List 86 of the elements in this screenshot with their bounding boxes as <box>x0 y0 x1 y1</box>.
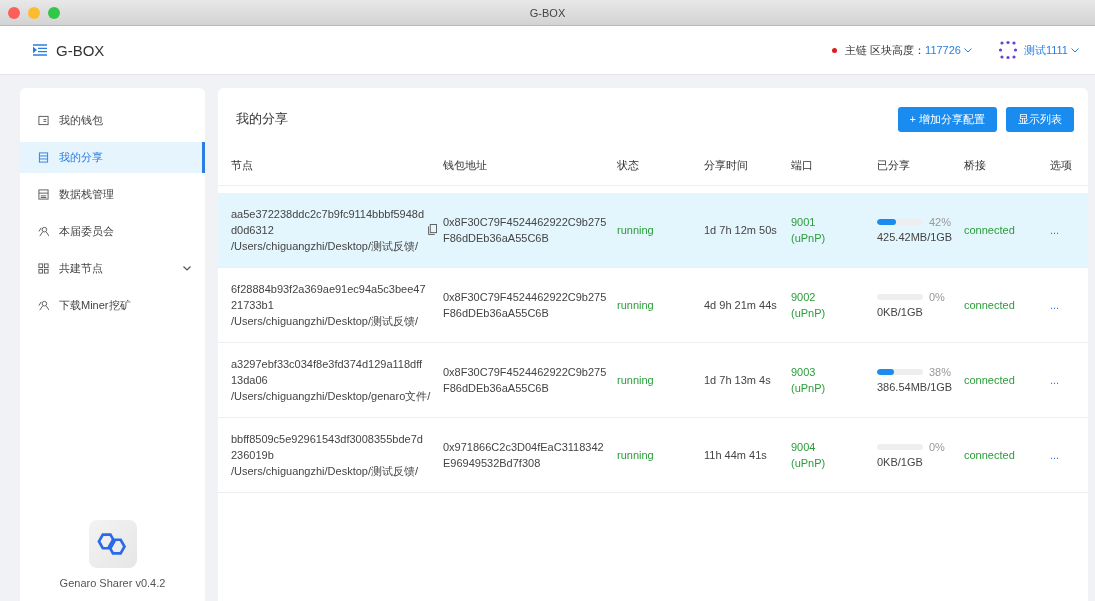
wallet-icon <box>38 115 49 126</box>
block-height-dropdown[interactable]: 117726 <box>925 44 972 56</box>
more-options-link[interactable]: ... <box>1050 224 1060 236</box>
app-logo <box>88 520 137 568</box>
port-note: (uPnP) <box>791 456 827 471</box>
wallet-address: 0x971866C2c3D04fEaC3118342E96949532Bd7f308 <box>443 440 605 471</box>
status-text: running <box>617 448 655 463</box>
share-time: 1d 7h 13m 4s <box>704 373 772 388</box>
port-number: 9001 <box>791 215 817 230</box>
wallet-address: 0x8F30C79F4524462922C9b275F86dDEb36aA55C6B <box>443 365 608 396</box>
port-number: 9002 <box>791 290 817 305</box>
column-header: 端口 <box>791 157 814 173</box>
column-header: 选项 <box>1050 157 1073 173</box>
node-id: a3297ebf33c034f8e3fd374d129a118dff13da06 <box>231 357 424 388</box>
port-note: (uPnP) <box>791 306 827 321</box>
share-time: 1d 7h 12m 50s <box>704 223 778 238</box>
database-icon <box>38 189 49 200</box>
sidebar-item[interactable]: 下载Miner挖矿 <box>20 290 205 321</box>
port-number: 9003 <box>791 365 817 380</box>
minimize-button[interactable] <box>28 6 40 19</box>
node-path: /Users/chiguangzhi/Desktop/测试反馈/ <box>231 464 420 479</box>
people-icon <box>38 300 49 311</box>
status-text: running <box>617 223 655 238</box>
percent-label: 0% <box>929 440 945 455</box>
port-note: (uPnP) <box>791 381 827 396</box>
node-id: 6f28884b93f2a369ae91ec94a5c3bee4721733b1 <box>231 282 427 313</box>
close-button[interactable] <box>8 6 20 19</box>
avatar-icon <box>997 40 1018 60</box>
chevron-icon <box>183 266 191 271</box>
sidebar-item[interactable]: 本届委员会 <box>20 216 205 247</box>
user-dropdown[interactable]: 测试1111 <box>1023 42 1079 58</box>
node-path: /Users/chiguangzhi/Desktop/测试反馈/ <box>231 239 420 254</box>
shared-size: 0KB/1GB <box>877 455 924 470</box>
shared-size: 386.54MB/1GB <box>877 380 954 395</box>
share-time: 4d 9h 21m 44s <box>704 298 778 313</box>
sidebar-item[interactable]: 我的分享 <box>20 142 205 173</box>
menu-icon[interactable] <box>33 44 47 56</box>
column-header: 分享时间 <box>704 157 749 173</box>
node-path: /Users/chiguangzhi/Desktop/genaro文件/ <box>231 389 432 404</box>
window-title: G-BOX <box>529 6 566 19</box>
people-icon <box>38 226 49 237</box>
sidebar-item[interactable]: 共建节点 <box>20 253 205 284</box>
more-options-link[interactable]: ... <box>1050 449 1060 461</box>
zoom-button[interactable] <box>48 6 60 19</box>
grid-icon <box>38 263 49 274</box>
caret-icon <box>963 47 972 53</box>
node-id: bbff8509c5e92961543df3008355bde7d236019b <box>231 432 424 463</box>
column-header: 桥接 <box>964 157 987 173</box>
column-header: 已分享 <box>877 157 911 173</box>
sidebar-item[interactable]: 数据栈管理 <box>20 179 205 210</box>
table-row[interactable]: 6f28884b93f2a369ae91ec94a5c3bee4721733b1 /Users/chiguangzhi/Desktop/测试反馈/ 0x8F30C79F4524462922C9b275F86dDEb36aA55C6B running 4d 9h 21m 44s 9002 (uPnP) 0% 0KB/1GB connected ... <box>218 268 1088 343</box>
shared-size: 0KB/1GB <box>877 305 924 320</box>
node-id: aa5e372238ddc2c7b9fc9114bbbf5948dd0d6312 <box>231 207 425 238</box>
column-header: 钱包地址 <box>443 157 488 173</box>
chain-label: 主链 区块高度： <box>845 42 926 58</box>
shared-size: 425.42MB/1GB <box>877 230 954 245</box>
more-options-link[interactable]: ... <box>1050 299 1060 311</box>
bridge-status: connected <box>964 223 1016 238</box>
node-path: /Users/chiguangzhi/Desktop/测试反馈/ <box>231 314 420 329</box>
table-row[interactable]: a3297ebf33c034f8e3fd374d129a118dff13da06 /Users/chiguangzhi/Desktop/genaro文件/ 0x8F30C79F4524462922C9b275F86dDEb36aA55C6B running 1d 7h 13m 4s 9003 (uPnP) 38% 386.54MB/1GB connected ... <box>218 343 1088 418</box>
list-icon <box>38 152 49 163</box>
table-row[interactable]: bbff8509c5e92961543df3008355bde7d236019b /Users/chiguangzhi/Desktop/测试反馈/ 0x971866C2c3D04fEaC3118342E96949532Bd7f308 running 11h 44m 41s 9004 (uPnP) 0% 0KB/1GB connected ... <box>218 418 1088 493</box>
bridge-status: connected <box>964 448 1016 463</box>
port-number: 9004 <box>791 440 817 455</box>
caret-icon <box>1071 47 1079 53</box>
copy-icon[interactable] <box>428 224 437 235</box>
column-header: 状态 <box>617 157 640 173</box>
more-options-link[interactable]: ... <box>1050 374 1060 386</box>
app-name: G-BOX <box>56 41 105 59</box>
bridge-status: connected <box>964 298 1016 313</box>
percent-label: 42% <box>929 215 952 230</box>
status-text: running <box>617 373 655 388</box>
status-dot-icon <box>832 47 837 53</box>
status-text: running <box>617 298 655 313</box>
percent-label: 38% <box>929 365 952 380</box>
version-label: Genaro Sharer v0.4.2 <box>59 577 166 589</box>
port-note: (uPnP) <box>791 231 827 246</box>
wallet-address: 0x8F30C79F4524462922C9b275F86dDEb36aA55C6B <box>443 215 608 246</box>
table-row[interactable]: aa5e372238ddc2c7b9fc9114bbbf5948dd0d6312 /Users/chiguangzhi/Desktop/测试反馈/ 0x8F30C79F4524462922C9b275F86dDEb36aA55C6B running 1d 7h 12m 50s 9001 (uPnP) 42% 425.42MB/1GB connected ... <box>218 193 1088 268</box>
column-header: 节点 <box>231 157 254 173</box>
sidebar-item[interactable]: 我的钱包 <box>20 105 205 136</box>
share-time: 11h 44m 41s <box>704 448 768 463</box>
bridge-status: connected <box>964 373 1016 388</box>
percent-label: 0% <box>929 290 945 305</box>
wallet-address: 0x8F30C79F4524462922C9b275F86dDEb36aA55C6B <box>443 290 608 321</box>
page-title: 我的分享 <box>236 110 288 128</box>
